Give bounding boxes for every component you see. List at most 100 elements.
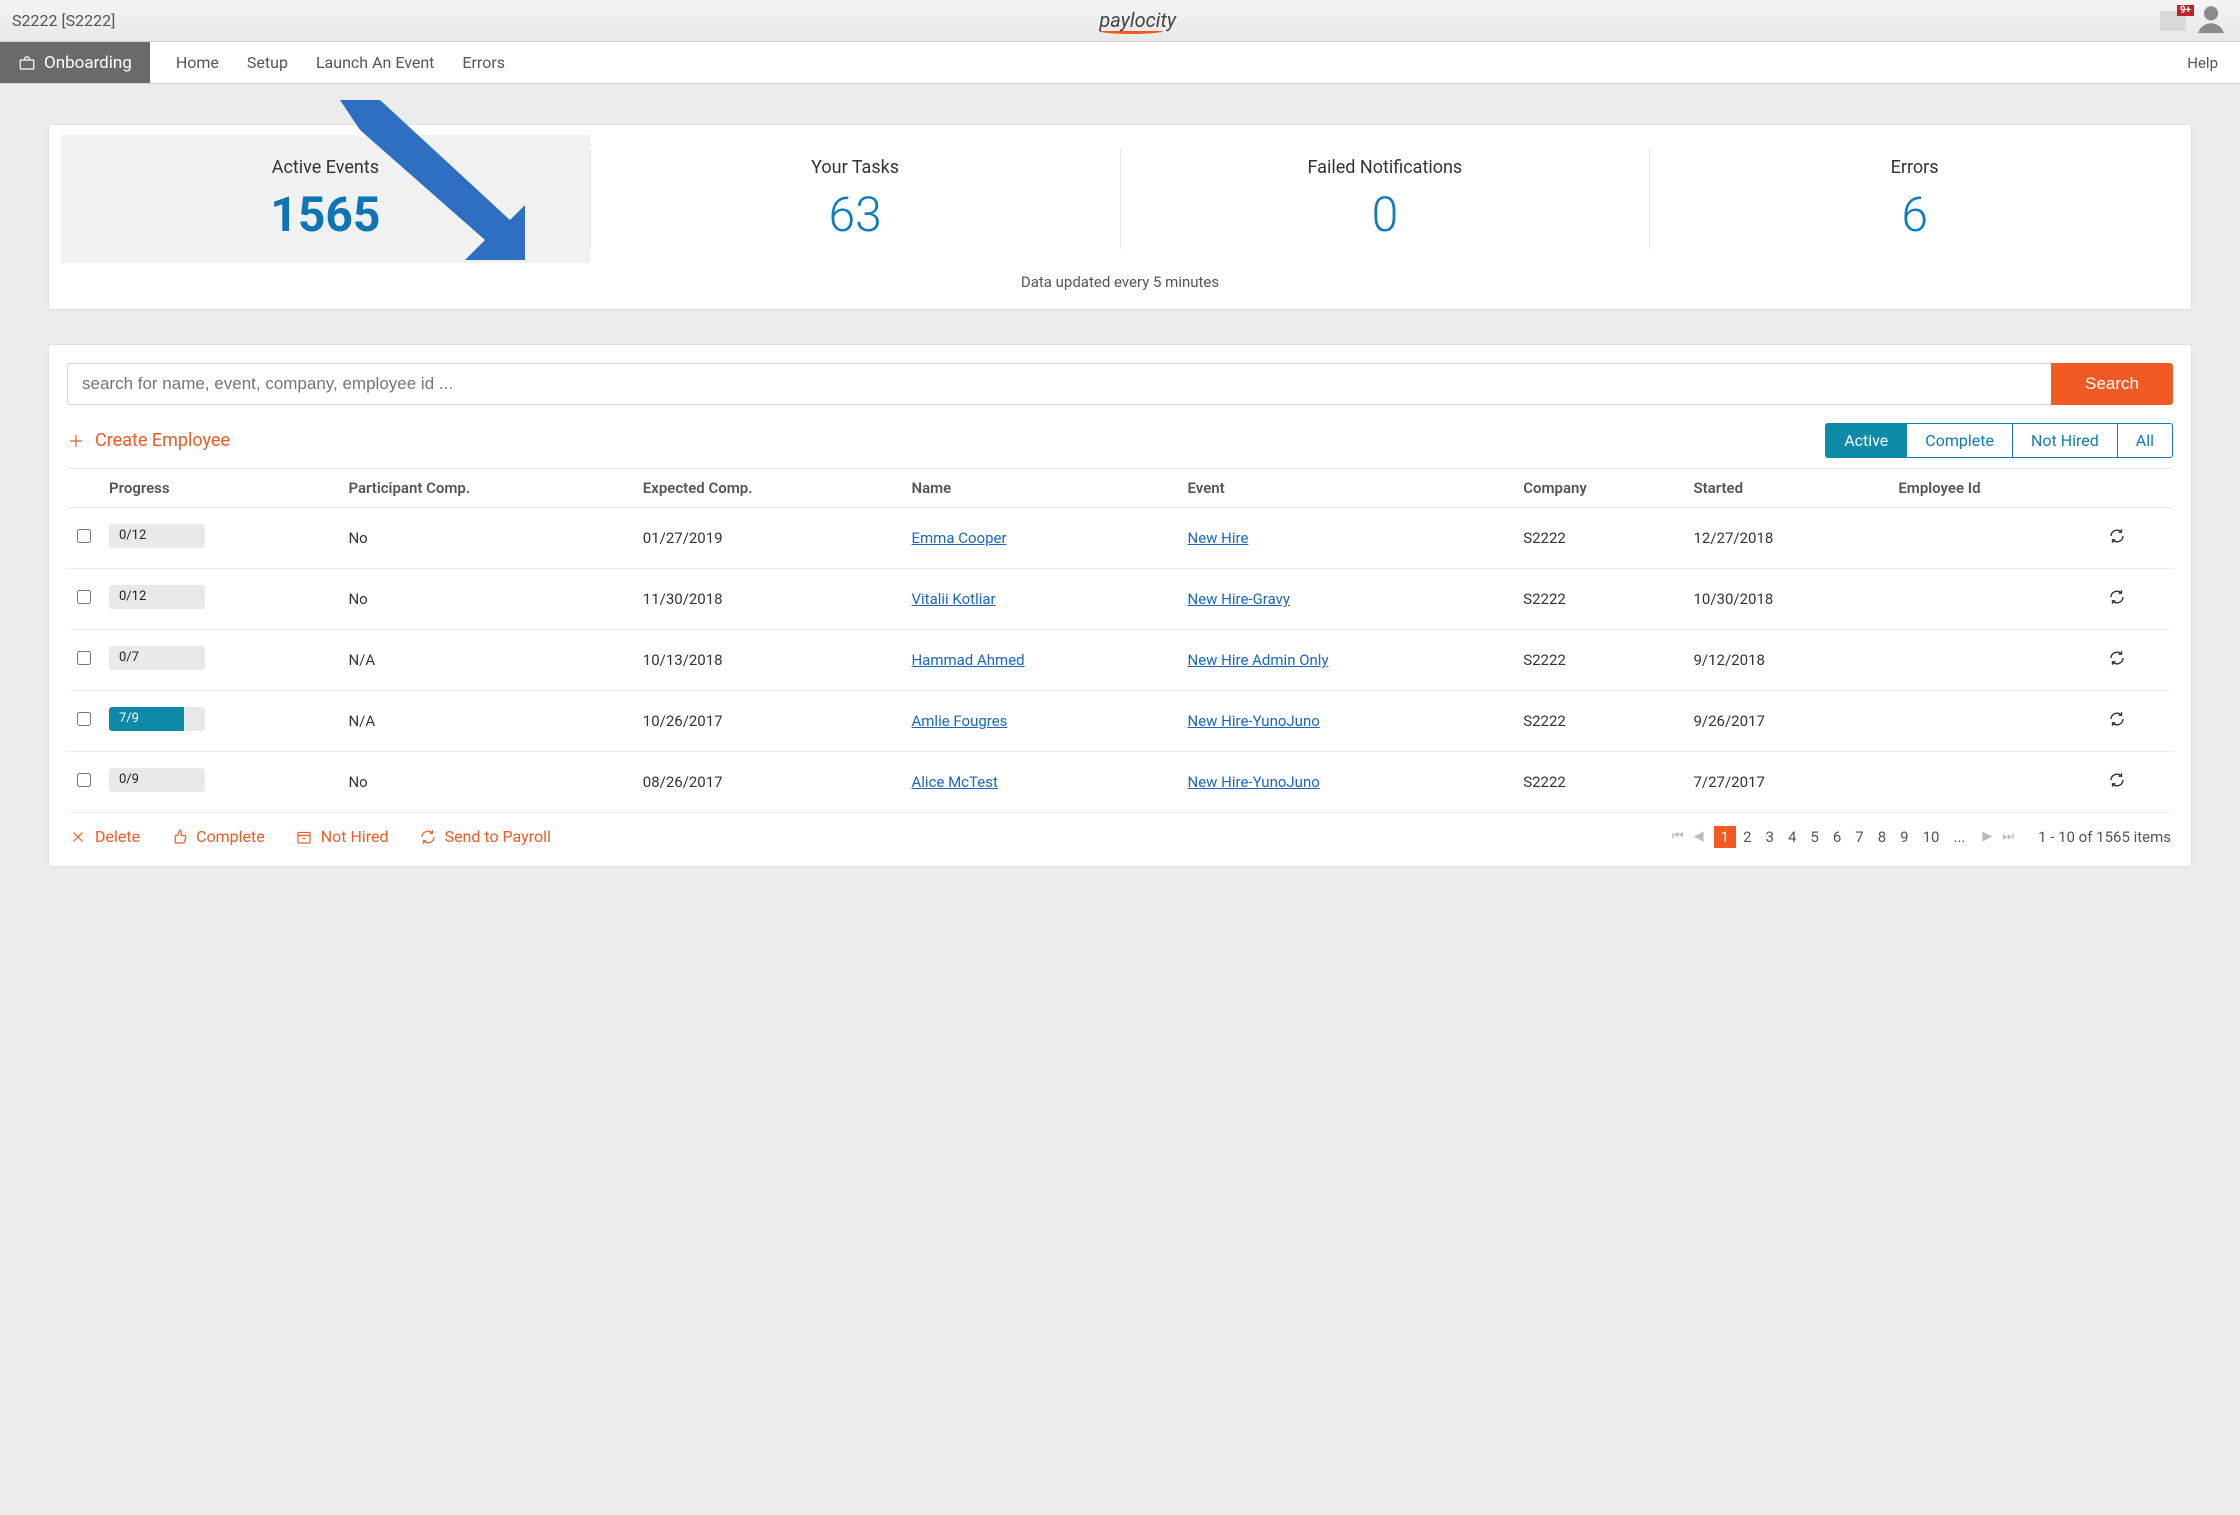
page-10[interactable]: 10: [1916, 826, 1947, 848]
company-code: S2222 [S2222]: [12, 11, 115, 30]
send-to-payroll-action[interactable]: Send to Payroll: [419, 827, 551, 846]
refresh-row-icon[interactable]: [2108, 592, 2126, 610]
name-link[interactable]: Emma Cooper: [911, 529, 1006, 547]
not-hired-action[interactable]: Not Hired: [295, 827, 389, 846]
column-header[interactable]: [2100, 469, 2173, 508]
expected-cell: 10/26/2017: [635, 691, 904, 752]
refresh-row-icon[interactable]: [2108, 653, 2126, 671]
pager-items-text: 1 - 10 of 1565 items: [2038, 828, 2171, 846]
filter-not-hired[interactable]: Not Hired: [2013, 423, 2118, 458]
name-link[interactable]: Alice McTest: [911, 773, 997, 791]
pager-last-icon[interactable]: ⏭: [2002, 829, 2014, 844]
nav-link-launch-an-event[interactable]: Launch An Event: [316, 53, 434, 72]
nav-bar: Onboarding Home Setup Launch An Event Error…: [0, 42, 2240, 84]
event-link[interactable]: New Hire-Gravy: [1188, 590, 1290, 608]
page-3[interactable]: 3: [1759, 826, 1781, 848]
progress-bar: 0/7: [109, 646, 205, 670]
name-link[interactable]: Vitalii Kotliar: [911, 590, 995, 608]
x-icon: [69, 828, 87, 846]
column-header[interactable]: Company: [1515, 469, 1685, 508]
progress-bar: 0/12: [109, 524, 205, 548]
column-header[interactable]: Participant Comp.: [340, 469, 634, 508]
company-cell: S2222: [1515, 630, 1685, 691]
page-1[interactable]: 1: [1714, 826, 1736, 848]
updated-text: Data updated every 5 minutes: [49, 269, 2191, 309]
user-avatar-icon[interactable]: [2194, 2, 2228, 40]
refresh-row-icon[interactable]: [2108, 714, 2126, 732]
search-button[interactable]: Search: [2051, 363, 2173, 405]
started-cell: 9/12/2018: [1685, 630, 1890, 691]
event-link[interactable]: New Hire: [1188, 529, 1249, 547]
table-row: 0/12No01/27/2019Emma CooperNew HireS2222…: [67, 508, 2173, 569]
nav-link-home[interactable]: Home: [176, 53, 219, 72]
create-employee-button[interactable]: Create Employee: [67, 430, 230, 451]
stat-your-tasks[interactable]: Your Tasks63: [591, 135, 1120, 263]
stat-active-events[interactable]: Active Events1565: [61, 135, 590, 263]
filter-complete[interactable]: Complete: [1907, 423, 2013, 458]
row-checkbox[interactable]: [77, 590, 91, 604]
column-header[interactable]: Event: [1180, 469, 1516, 508]
pager-first-icon[interactable]: ⏮: [1672, 829, 1684, 844]
stat-errors[interactable]: Errors6: [1650, 135, 2179, 263]
name-link[interactable]: Amlie Fougres: [911, 712, 1007, 730]
progress-bar: 0/12: [109, 585, 205, 609]
expected-cell: 01/27/2019: [635, 508, 904, 569]
pager-next-icon[interactable]: ▶: [1982, 829, 1992, 844]
pager-prev-icon[interactable]: ◀: [1694, 829, 1704, 844]
event-link[interactable]: New Hire-YunoJuno: [1188, 773, 1320, 791]
filter-active[interactable]: Active: [1825, 423, 1907, 458]
help-link[interactable]: Help: [2165, 42, 2240, 83]
delete-action[interactable]: Delete: [69, 827, 140, 846]
complete-action[interactable]: Complete: [170, 827, 265, 846]
filter-all[interactable]: All: [2118, 423, 2173, 458]
archive-icon: [295, 828, 313, 846]
column-header[interactable]: Employee Id: [1890, 469, 2100, 508]
column-header[interactable]: Expected Comp.: [635, 469, 904, 508]
page-2[interactable]: 2: [1736, 826, 1758, 848]
notification-badge: 9+: [2177, 5, 2194, 16]
event-link[interactable]: New Hire Admin Only: [1188, 651, 1329, 669]
nav-link-setup[interactable]: Setup: [247, 53, 288, 72]
event-link[interactable]: New Hire-YunoJuno: [1188, 712, 1320, 730]
page-9[interactable]: 9: [1893, 826, 1915, 848]
page-6[interactable]: 6: [1826, 826, 1848, 848]
company-cell: S2222: [1515, 752, 1685, 813]
page-5[interactable]: 5: [1803, 826, 1825, 848]
expected-cell: 11/30/2018: [635, 569, 904, 630]
column-header[interactable]: Started: [1685, 469, 1890, 508]
row-checkbox[interactable]: [77, 773, 91, 787]
company-cell: S2222: [1515, 569, 1685, 630]
company-cell: S2222: [1515, 691, 1685, 752]
employee-id-cell: [1890, 752, 2100, 813]
page-4[interactable]: 4: [1781, 826, 1803, 848]
stat-failed-notifications[interactable]: Failed Notifications0: [1121, 135, 1650, 263]
module-brand[interactable]: Onboarding: [0, 42, 150, 83]
sync-icon: [419, 828, 437, 846]
started-cell: 12/27/2018: [1685, 508, 1890, 569]
participant-cell: No: [340, 569, 634, 630]
column-header[interactable]: Name: [903, 469, 1179, 508]
table-row: 0/12 No11/30/2018 Vitalii Kotliar New Hire-…: [67, 569, 2173, 630]
participant-cell: No: [340, 752, 634, 813]
expected-cell: 10/13/2018: [635, 630, 904, 691]
page-...[interactable]: ...: [1946, 826, 1972, 848]
table-row: 0/7N/A10/13/2018Hammad AhmedNew Hire Adm…: [67, 630, 2173, 691]
progress-bar: 7/9: [109, 707, 205, 731]
page-8[interactable]: 8: [1871, 826, 1893, 848]
refresh-row-icon[interactable]: [2108, 531, 2126, 549]
row-checkbox[interactable]: [77, 651, 91, 665]
progress-bar: 0/9: [109, 768, 205, 792]
refresh-row-icon[interactable]: [2108, 775, 2126, 793]
top-bar: S2222 [S2222] paylocity 9+: [0, 0, 2240, 42]
notifications-icon[interactable]: 9+: [2160, 11, 2186, 31]
column-header[interactable]: Progress: [101, 469, 340, 508]
employee-id-cell: [1890, 691, 2100, 752]
page-7[interactable]: 7: [1848, 826, 1870, 848]
started-cell: 7/27/2017: [1685, 752, 1890, 813]
row-checkbox[interactable]: [77, 529, 91, 543]
search-input[interactable]: [67, 363, 2051, 405]
name-link[interactable]: Hammad Ahmed: [911, 651, 1024, 669]
row-checkbox[interactable]: [77, 712, 91, 726]
nav-link-errors[interactable]: Errors: [462, 53, 505, 72]
pager: ⏮ ◀ 12345678910... ▶ ⏭ 1 - 10 of 1565 it…: [1672, 828, 2171, 846]
